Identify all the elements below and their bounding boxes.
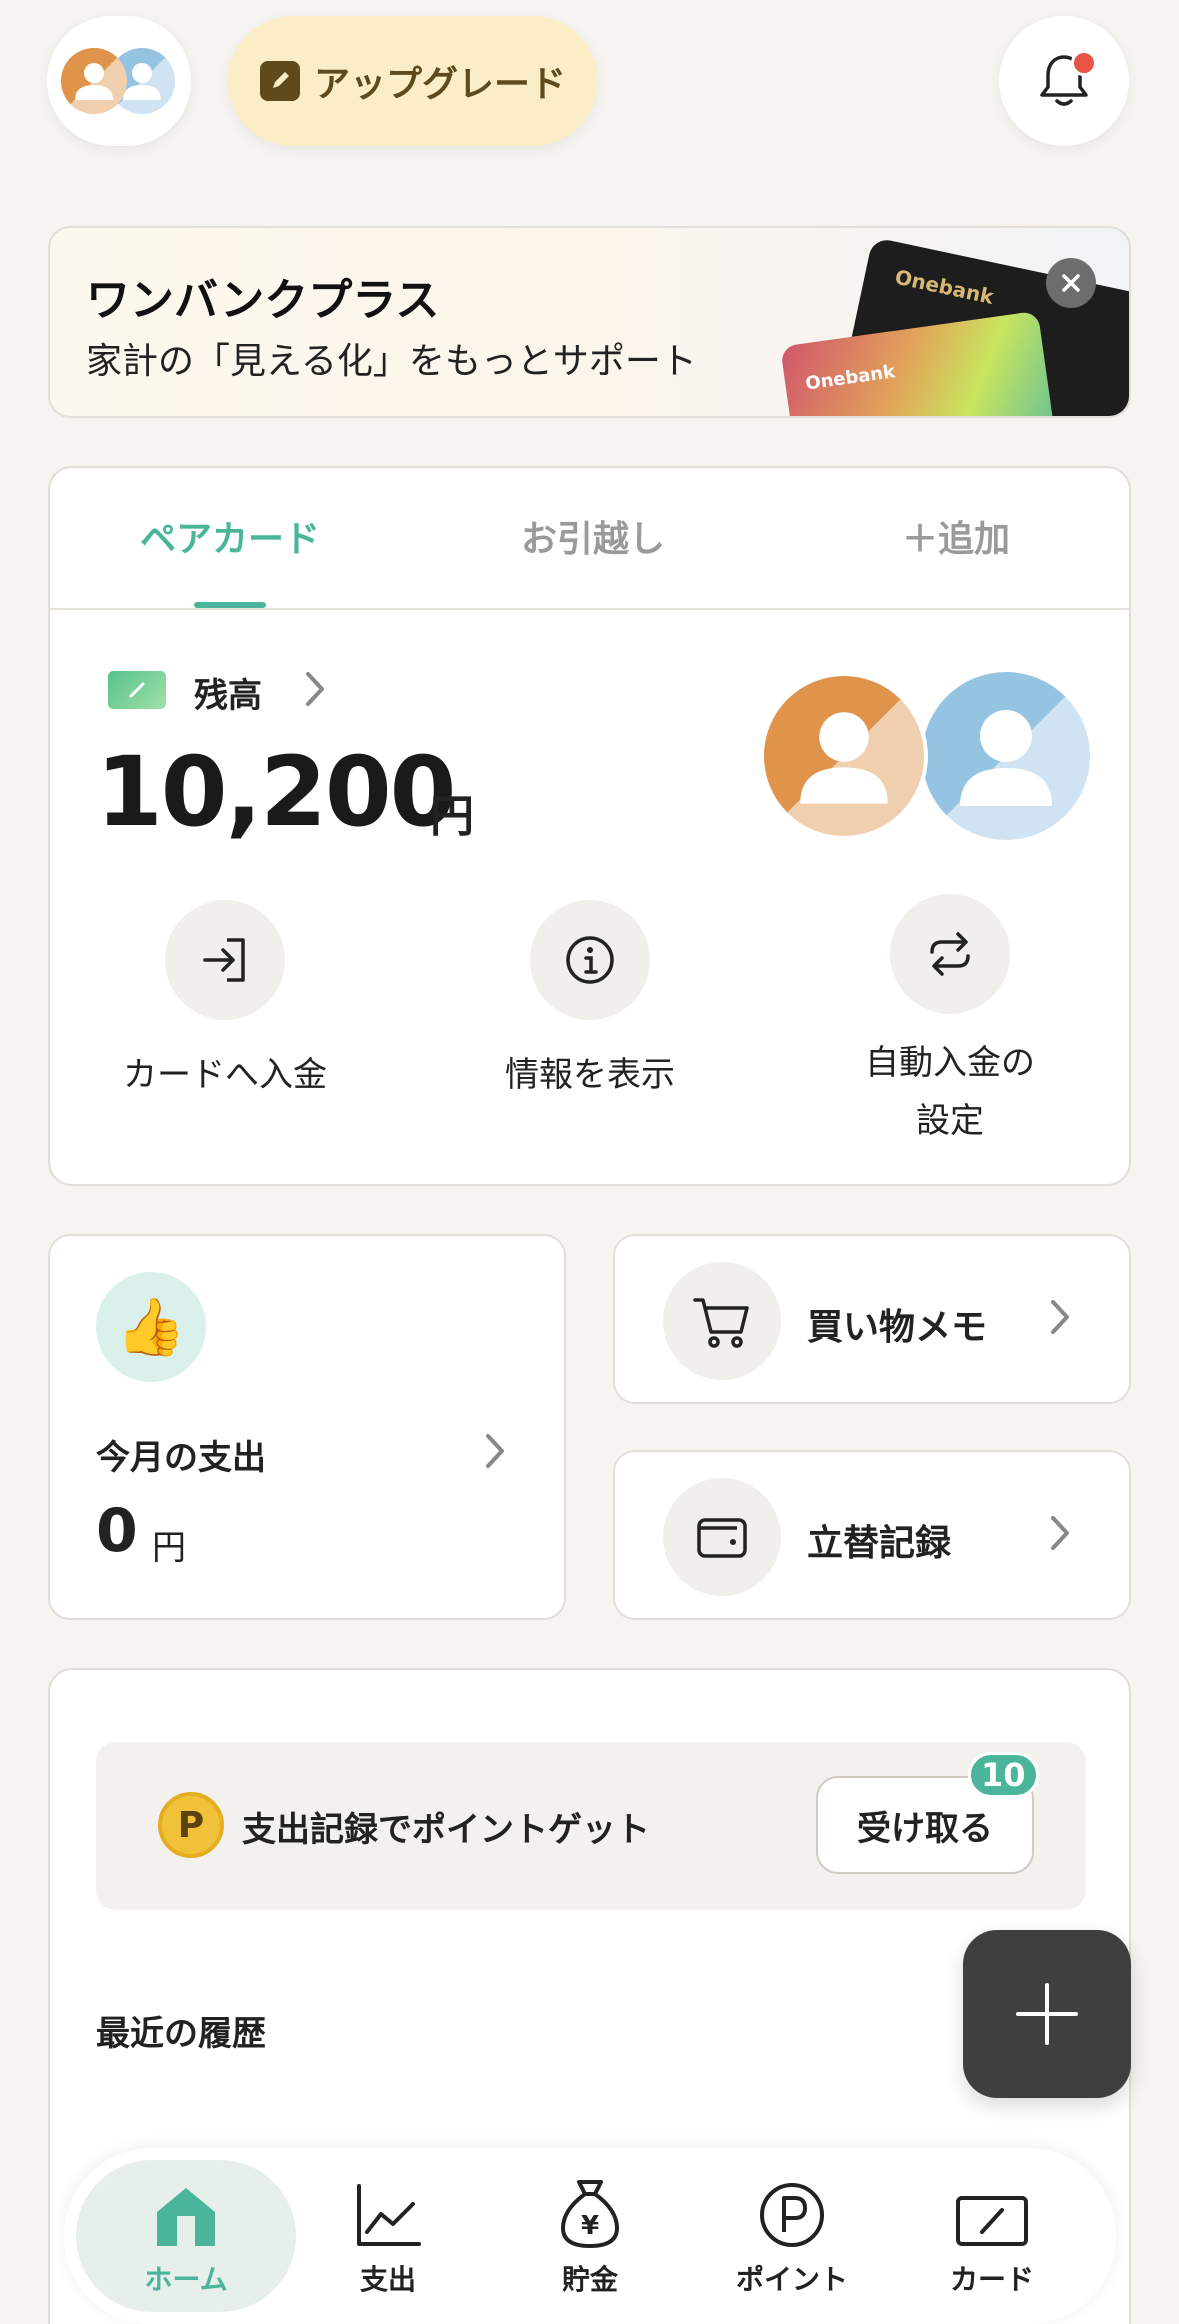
bottom-nav: ホーム 支出 ¥ 貯金 ポイント カード (64, 2148, 1116, 2324)
point-reward-text: 支出記録でポイントゲット (242, 1810, 650, 1850)
auto-deposit-settings-button[interactable]: 自動入金の 設定 (800, 894, 1100, 1150)
show-info-button[interactable]: 情報を表示 (440, 900, 740, 1104)
svg-text:¥: ¥ (581, 2211, 599, 2241)
nav-home[interactable]: ホーム (76, 2160, 296, 2312)
add-button[interactable] (963, 1930, 1131, 2098)
thumbs-up-icon: 👍 (96, 1272, 206, 1382)
notification-button[interactable] (999, 16, 1129, 146)
upgrade-label: アップグレード (313, 64, 566, 105)
promo-subtitle: 家計の「見える化」をもっとサポート (86, 341, 697, 382)
partner-avatar (922, 672, 1090, 840)
plus-icon (1016, 1983, 1078, 2045)
nav-label: ホーム (144, 2263, 228, 2296)
spending-label: 今月の支出 (96, 1438, 266, 1478)
nav-label: ポイント (735, 2263, 848, 2296)
shopping-memo-button[interactable]: 買い物メモ (613, 1234, 1131, 1404)
wallet-icon (663, 1478, 781, 1596)
nav-label: 支出 (359, 2263, 416, 2296)
recent-history-title: 最近の履歴 (96, 2014, 266, 2054)
card-icon (108, 671, 166, 709)
tab-pair-card[interactable]: ペアカード (80, 510, 380, 562)
repeat-icon (890, 894, 1010, 1014)
nav-savings[interactable]: ¥ 貯金 (490, 2160, 690, 2312)
action-label: 設定 (916, 1101, 984, 1141)
pair-card-panel: ペアカード お引越し ＋追加 残高 10,200 円 カードへ入金 情報を表示 … (48, 466, 1131, 1186)
spending-unit: 円 (152, 1528, 186, 1568)
shortcut-label: 立替記録 (807, 1523, 952, 1564)
home-icon (76, 2160, 296, 2250)
card-icon (892, 2160, 1092, 2250)
login-arrow-icon (165, 900, 285, 1020)
balance-amount: 10,200 (96, 736, 456, 848)
spending-value: 0 (96, 1496, 138, 1566)
money-bag-icon: ¥ (490, 2160, 690, 2250)
nav-points[interactable]: ポイント (692, 2160, 892, 2312)
point-icon (692, 2160, 892, 2250)
chevron-right-icon[interactable] (300, 668, 330, 714)
monthly-spending-card[interactable]: 👍 今月の支出 0 円 (48, 1234, 566, 1620)
tab-moving[interactable]: お引越し (443, 510, 743, 562)
user-avatar (760, 672, 928, 840)
promo-banner[interactable]: ワンバンクプラス 家計の「見える化」をもっとサポート Onebank Oneba… (48, 226, 1131, 418)
card-image-color: Onebank (780, 310, 1060, 416)
point-reward-banner: P 支出記録でポイントゲット 受け取る 10 (96, 1742, 1086, 1910)
chevron-right-icon (480, 1430, 510, 1476)
balance-label[interactable]: 残高 (194, 668, 262, 717)
nav-label: カード (949, 2263, 1034, 2296)
advance-payment-record-button[interactable]: 立替記録 (613, 1450, 1131, 1620)
deposit-to-card-button[interactable]: カードへ入金 (75, 900, 375, 1104)
tab-add[interactable]: ＋追加 (806, 510, 1106, 562)
action-label: 情報を表示 (505, 1055, 675, 1095)
point-coin-icon: P (158, 1792, 224, 1858)
shortcut-label: 買い物メモ (807, 1307, 988, 1348)
point-badge: 10 (968, 1752, 1039, 1798)
pencil-icon (259, 61, 300, 101)
action-label: カードへ入金 (123, 1055, 327, 1095)
close-icon[interactable] (1046, 258, 1096, 308)
nav-spending[interactable]: 支出 (288, 2160, 488, 2312)
action-label: 自動入金の (865, 1043, 1035, 1083)
nav-label: 貯金 (561, 2263, 618, 2296)
chevron-right-icon (1045, 1296, 1075, 1342)
chart-line-icon (288, 2160, 488, 2250)
avatar (61, 48, 127, 114)
info-icon (530, 900, 650, 1020)
promo-title: ワンバンクプラス (86, 275, 440, 326)
couple-avatar-button[interactable] (47, 16, 191, 146)
chevron-right-icon (1045, 1512, 1075, 1558)
upgrade-button[interactable]: アップグレード (228, 16, 598, 146)
notification-dot (1071, 50, 1097, 76)
divider (50, 608, 1129, 610)
nav-card[interactable]: カード (892, 2160, 1092, 2312)
cart-icon (663, 1262, 781, 1380)
balance-unit: 円 (430, 791, 474, 842)
